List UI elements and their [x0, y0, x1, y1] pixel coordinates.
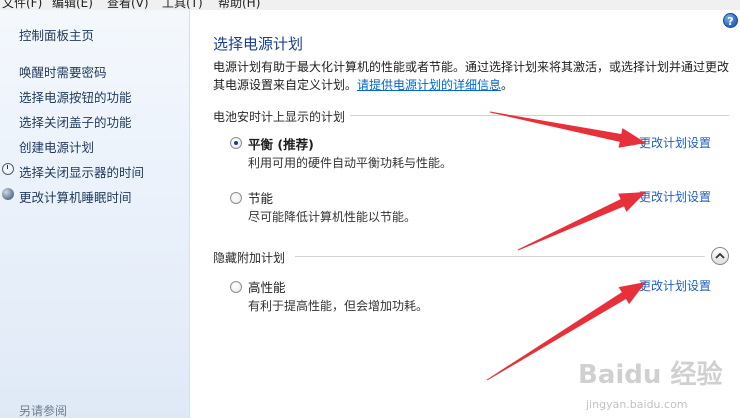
annotation-arrow-2: [517, 192, 646, 251]
high-performance-plan-name[interactable]: 高性能: [248, 277, 286, 296]
high-performance-radio[interactable]: [230, 281, 242, 293]
sidebar-item-create-plan[interactable]: 创建电源计划: [19, 137, 94, 156]
menu-view[interactable]: 查看(V): [107, 0, 149, 10]
description-line-2-end: 。: [501, 78, 514, 92]
group-divider: [295, 256, 705, 257]
description-line-2: 其电源设置来自定义计划。请提供电源计划的详细信息。: [213, 76, 733, 94]
watermark: Baidu 经验 jingyan.baidu.com: [568, 352, 740, 418]
moon-icon: [2, 188, 14, 200]
power-saver-plan-name[interactable]: 节能: [248, 188, 273, 207]
menu-file[interactable]: 文件(F): [2, 0, 42, 10]
hidden-plans-group-label: 隐藏附加计划: [213, 251, 286, 265]
watermark-url: jingyan.baidu.com: [586, 398, 688, 411]
power-saver-change-settings-link[interactable]: 更改计划设置: [639, 188, 711, 205]
watermark-logo: Baidu 经验: [578, 360, 723, 390]
sidebar-home-link[interactable]: 控制面板主页: [19, 25, 94, 44]
high-performance-change-settings-link[interactable]: 更改计划设置: [639, 277, 711, 294]
plan-details-link[interactable]: 请提供电源计划的详细信息: [357, 78, 501, 92]
menu-tools[interactable]: 工具(T): [162, 0, 203, 10]
balanced-plan-desc: 利用可用的硬件自动平衡功耗与性能。: [248, 156, 453, 170]
page-title: 选择电源计划: [213, 35, 304, 53]
sidebar-item-power-button[interactable]: 选择电源按钮的功能: [19, 87, 132, 106]
sidebar: 控制面板主页 唤醒时需要密码 选择电源按钮的功能 选择关闭盖子的功能 创建电源计…: [0, 10, 190, 418]
display-clock-icon: [2, 163, 14, 175]
sidebar-item-display-off[interactable]: 选择关闭显示器的时间: [19, 162, 144, 181]
collapse-group-button[interactable]: [711, 247, 729, 265]
group-divider: [350, 115, 729, 116]
description-line-1: 电源计划有助于最大化计算机的性能或者节能。通过选择计划来将其激活，或选择计划并通…: [213, 60, 730, 74]
annotation-arrow-1: [489, 111, 646, 148]
menu-help[interactable]: 帮助(H): [218, 0, 260, 10]
power-saver-plan-desc: 尽可能降低计算机性能以节能。: [248, 210, 417, 224]
description-line-2-text: 其电源设置来自定义计划。: [213, 78, 358, 92]
sidebar-item-lid-close[interactable]: 选择关闭盖子的功能: [19, 112, 132, 131]
help-icon[interactable]: ?: [723, 13, 738, 28]
balanced-plan-name[interactable]: 平衡 (推荐): [248, 134, 314, 153]
page-description: 电源计划有助于最大化计算机的性能或者节能。通过选择计划来将其激活，或选择计划并通…: [213, 58, 733, 94]
high-performance-plan-desc: 有利于提高性能，但会增加功耗。: [248, 299, 429, 313]
sidebar-item-wake-password[interactable]: 唤醒时需要密码: [19, 62, 107, 81]
battery-plans-group-label: 电池安时计上显示的计划: [213, 110, 346, 124]
chevron-up-icon: [715, 252, 725, 259]
menu-bar: 文件(F) 编辑(E) 查看(V) 工具(T) 帮助(H): [0, 0, 740, 10]
see-also-heading: 另请参阅: [19, 404, 68, 418]
balanced-radio[interactable]: [230, 137, 242, 149]
sidebar-item-sleep-time[interactable]: 更改计算机睡眠时间: [19, 187, 132, 206]
power-saver-radio[interactable]: [230, 192, 242, 204]
menu-edit[interactable]: 编辑(E): [52, 0, 93, 10]
balanced-change-settings-link[interactable]: 更改计划设置: [639, 134, 711, 151]
annotation-arrow-3: [486, 282, 646, 381]
